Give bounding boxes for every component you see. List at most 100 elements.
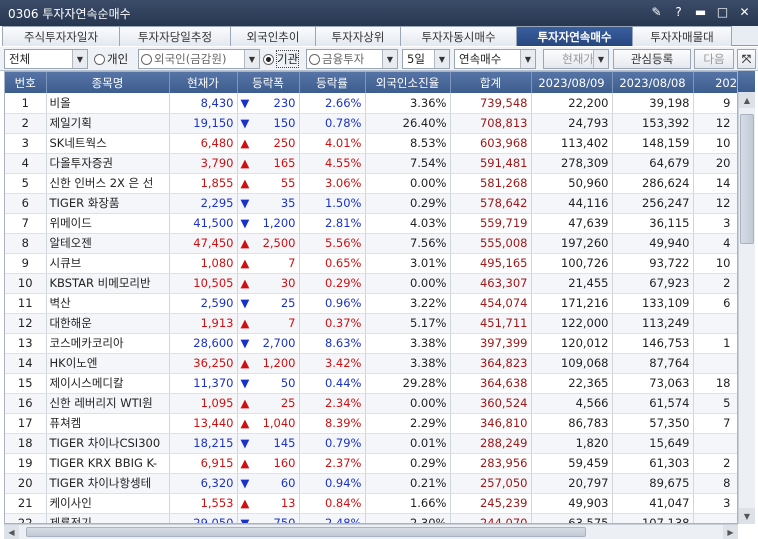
table-row[interactable]: 1 비올 8,430 ▼ 230 2.66% 3.36% 739,548 22,200 39,19… [5, 93, 737, 114]
financial-select[interactable]: 금융투자 ▼ [306, 49, 398, 69]
vertical-scrollbar[interactable]: ▲ ▼ [738, 92, 755, 524]
table-row[interactable]: 12 대한해운 1,913 ▲ 7 0.37% 5.17% 451,711 122,000 113… [5, 313, 737, 334]
foreign-select[interactable]: 외국인(금감원) ▼ [138, 49, 260, 69]
cell-name[interactable]: 퓨쳐켐 [46, 413, 170, 434]
cell-name[interactable]: TIGER KRX BBIG K- [46, 453, 170, 474]
cell-name[interactable]: 위메이드 [46, 213, 170, 234]
col-name[interactable]: 종목명 [46, 72, 170, 93]
sort-select[interactable]: 현재가 ▼ [543, 49, 609, 69]
cell-name[interactable]: 제이시스메디칼 [46, 373, 170, 394]
table-row[interactable]: 8 알테오젠 47,450 ▲ 2,500 5.56% 7.56% 555,008 197,26… [5, 233, 737, 254]
col-sum[interactable]: 합계 [450, 72, 532, 93]
table-row[interactable]: 18 TIGER 차이나CSI300 18,215 ▼ 145 0.79% 0.01% 288… [5, 433, 737, 454]
cell-name[interactable]: 다올투자증권 [46, 153, 170, 174]
period-select[interactable]: 5일 ▼ [402, 49, 450, 69]
table-row[interactable]: 17 퓨쳐켐 13,440 ▲ 1,040 8.39% 2.29% 346,810 86,783… [5, 413, 737, 434]
cell-name[interactable]: 알테오젠 [46, 233, 170, 254]
scroll-down-icon[interactable]: ▼ [739, 508, 755, 524]
table-row[interactable]: 2 제일기획 19,150 ▼ 150 0.78% 26.40% 708,813 24,793 1… [5, 113, 737, 134]
cell-name[interactable]: 케이사인 [46, 493, 170, 514]
tab-investor-consecutive[interactable]: 투자자연속매수 [516, 26, 633, 46]
cell-foreign-exhaustion: 0.00% [365, 393, 451, 414]
cell-name[interactable]: 벽산 [46, 293, 170, 314]
table-row[interactable]: 7 위메이드 41,500 ▼ 1,200 2.81% 4.03% 559,719 47,639… [5, 213, 737, 234]
cell-name[interactable]: 대한해운 [46, 313, 170, 334]
cell-price: 10,505 [169, 273, 238, 294]
cell-name[interactable]: 비올 [46, 93, 170, 114]
cell-price: 13,440 [169, 413, 238, 434]
help-icon[interactable]: ? [671, 4, 686, 20]
cell-date-2: 64,679 [612, 153, 694, 174]
table-row[interactable]: 13 코스메카코리아 28,600 ▼ 2,700 8.63% 3.38% 397,399 12… [5, 333, 737, 354]
table-row[interactable]: 16 신한 레버리지 WTI원 1,095 ▲ 25 2.34% 0.00% 360,524 4… [5, 393, 737, 414]
cell-name[interactable]: TIGER 화장품 [46, 193, 170, 214]
close-icon[interactable]: ✕ [737, 4, 752, 20]
table-row[interactable]: 20 TIGER 차이나항셍테 6,320 ▼ 60 0.94% 0.21% 257,050 2… [5, 473, 737, 494]
tab-foreign-trend[interactable]: 외국인추이 [230, 26, 316, 46]
scroll-right-icon[interactable]: ▶ [723, 525, 738, 539]
col-date-2[interactable]: 2023/08/08 [612, 72, 694, 93]
table-row[interactable]: 5 신한 인버스 2X 은 선 1,855 ▲ 55 3.06% 0.00% 581,268 5… [5, 173, 737, 194]
tab-investor-top[interactable]: 투자자상위 [315, 26, 401, 46]
cell-date-2: 113,249 [612, 313, 694, 334]
cell-name[interactable]: 제일기획 [46, 113, 170, 134]
cell-rate: 0.29% [299, 273, 366, 294]
cell-name[interactable]: 제룡전기 [46, 513, 170, 523]
radio-institution[interactable]: 기관 [263, 49, 309, 69]
table-row[interactable]: 6 TIGER 화장품 2,295 ▼ 35 1.50% 0.29% 578,642 44,11… [5, 193, 737, 214]
col-no[interactable]: 번호 [5, 72, 47, 93]
expand-icon[interactable]: ⤧ [737, 49, 756, 69]
table-row[interactable]: 14 HK이노엔 36,250 ▲ 1,200 3.42% 3.38% 364,823 109,… [5, 353, 737, 374]
cell-name[interactable]: 신한 레버리지 WTI원 [46, 393, 170, 414]
tab-investor-supply[interactable]: 투자자매물대 [632, 26, 732, 46]
minimize-icon[interactable]: ▬ [693, 4, 708, 20]
cell-rate: 2.37% [299, 453, 366, 474]
cell-name[interactable]: KBSTAR 비메모리반 [46, 273, 170, 294]
cell-foreign-exhaustion: 4.03% [365, 213, 451, 234]
cell-date-1: 4,566 [531, 393, 613, 414]
col-change[interactable]: 등락폭 [237, 72, 300, 93]
col-price[interactable]: 현재가 [169, 72, 238, 93]
scroll-thumb[interactable] [740, 114, 754, 244]
scroll-left-icon[interactable]: ◀ [4, 525, 19, 539]
market-select[interactable]: 전체 ▼ [4, 49, 88, 69]
next-button[interactable]: 다음 [694, 49, 734, 69]
table-row[interactable]: 3 SK네트웍스 6,480 ▲ 250 4.01% 8.53% 603,968 113,402… [5, 133, 737, 154]
cell-sum: 603,968 [450, 133, 532, 154]
scroll-thumb[interactable] [26, 527, 586, 537]
col-date-3[interactable]: 2023/08 [693, 72, 737, 93]
cell-no: 3 [5, 133, 47, 154]
pin-icon[interactable]: ✎ [649, 4, 664, 20]
table-row[interactable]: 9 시큐브 1,080 ▲ 7 0.65% 3.01% 495,165 100,726 93,72… [5, 253, 737, 274]
table-row[interactable]: 11 벽산 2,590 ▼ 25 0.96% 3.22% 454,074 171,216 133,… [5, 293, 737, 314]
tab-investor-estimate[interactable]: 투자자당일추정 [119, 26, 231, 46]
col-date-1[interactable]: 2023/08/09 [531, 72, 613, 93]
maximize-icon[interactable]: □ [715, 4, 730, 20]
cell-foreign-exhaustion: 7.56% [365, 233, 451, 254]
table-row[interactable]: 21 케이사인 1,553 ▲ 13 0.84% 1.66% 245,239 49,903 41,… [5, 493, 737, 514]
table-row[interactable]: 15 제이시스메디칼 11,370 ▼ 50 0.44% 29.28% 364,638 22,3… [5, 373, 737, 394]
cell-name[interactable]: TIGER 차이나CSI300 [46, 433, 170, 454]
cell-name[interactable]: 코스메카코리아 [46, 333, 170, 354]
cell-date-2: 61,574 [612, 393, 694, 414]
cell-date-1: 21,455 [531, 273, 613, 294]
cell-name[interactable]: TIGER 차이나항셍테 [46, 473, 170, 494]
cell-name[interactable]: 신한 인버스 2X 은 선 [46, 173, 170, 194]
col-foreign-exhaustion[interactable]: 외국인소진율 [365, 72, 451, 93]
table-row[interactable]: 19 TIGER KRX BBIG K- 6,915 ▲ 160 2.37% 0.29% 28… [5, 453, 737, 474]
cell-name[interactable]: HK이노엔 [46, 353, 170, 374]
col-rate[interactable]: 등락률 [299, 72, 366, 93]
table-row[interactable]: 22 제룡전기 29,050 ▼ 750 2.48% 2.30% 244,070 63,575 1… [5, 513, 737, 523]
cell-name[interactable]: SK네트웍스 [46, 133, 170, 154]
cell-name[interactable]: 시큐브 [46, 253, 170, 274]
table-row[interactable]: 4 다올투자증권 3,790 ▲ 165 4.55% 7.54% 591,481 278,309… [5, 153, 737, 174]
cell-sum: 454,074 [450, 293, 532, 314]
horizontal-scrollbar[interactable]: ◀ ▶ [4, 524, 738, 539]
tab-investor-daily[interactable]: 주식투자자일자 [2, 26, 120, 46]
mode-select[interactable]: 연속매수 ▼ [454, 49, 536, 69]
cell-change: ▲ 160 [237, 453, 300, 474]
tab-investor-concurrent[interactable]: 투자자동시매수 [400, 26, 517, 46]
scroll-up-icon[interactable]: ▲ [739, 92, 755, 108]
interest-button[interactable]: 관심등록 [613, 49, 691, 69]
table-row[interactable]: 10 KBSTAR 비메모리반 10,505 ▲ 30 0.29% 0.00% 463,307… [5, 273, 737, 294]
